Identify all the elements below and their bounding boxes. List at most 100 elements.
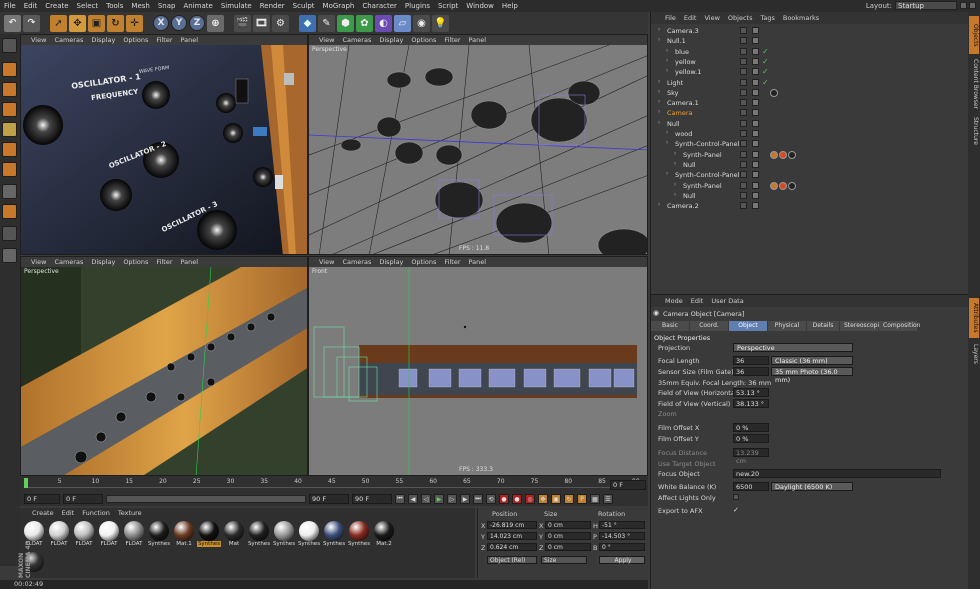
keyframe-selection-icon[interactable]: ◎ — [525, 494, 535, 504]
object-tag-icon[interactable] — [770, 150, 778, 159]
vp-menu-display[interactable]: Display — [91, 36, 115, 44]
object-row[interactable]: ◦ wood — [651, 129, 969, 139]
snap-icon[interactable] — [2, 226, 17, 241]
viewport-top-left[interactable]: View Cameras Display Options Filter Pane… — [20, 34, 308, 255]
object-row[interactable]: ◦ Synth-Panel — [651, 150, 969, 160]
om-menu-view[interactable]: View — [704, 14, 719, 22]
am-menu-mode[interactable]: Mode — [665, 297, 683, 305]
editor-visibility-toggle[interactable] — [740, 88, 747, 96]
render-visibility-toggle[interactable] — [752, 202, 759, 210]
tab-physical[interactable]: Physical — [768, 321, 806, 331]
om-menu-tags[interactable]: Tags — [760, 14, 774, 22]
enabled-check-icon[interactable]: ✓ — [762, 47, 769, 56]
editor-visibility-toggle[interactable] — [740, 150, 747, 158]
om-menu-edit[interactable]: Edit — [684, 14, 697, 22]
om-menu-objects[interactable]: Objects — [728, 14, 753, 22]
enabled-check-icon[interactable]: ✓ — [762, 67, 769, 76]
mat-menu-create[interactable]: Create — [32, 509, 54, 517]
undo-icon[interactable]: ↶ — [4, 14, 21, 32]
object-tag-icon[interactable] — [770, 181, 778, 190]
render-visibility-toggle[interactable] — [752, 57, 759, 65]
timeline-ruler[interactable]: 051015202530354045505560657075808590 — [24, 478, 640, 488]
points-mode-icon[interactable] — [2, 122, 17, 137]
goto-end-icon[interactable]: ⏭ — [473, 494, 483, 504]
material-swatch[interactable]: Synthes — [322, 521, 346, 551]
size-x-field[interactable]: 0 cm — [545, 521, 591, 529]
vp-menu-cameras[interactable]: Cameras — [342, 36, 371, 44]
axis-mode-icon[interactable] — [2, 184, 17, 199]
object-tag-icon[interactable] — [779, 150, 787, 159]
render-visibility-toggle[interactable] — [752, 140, 759, 148]
start-frame-field[interactable]: 0 F — [24, 494, 60, 504]
vp-menu-filter[interactable]: Filter — [156, 258, 172, 266]
editor-visibility-toggle[interactable] — [740, 191, 747, 199]
mat-menu-edit[interactable]: Edit — [62, 509, 75, 517]
tab-coord[interactable]: Coord. — [690, 321, 728, 331]
enabled-check-icon[interactable]: ✓ — [762, 57, 769, 66]
editor-visibility-toggle[interactable] — [740, 47, 747, 55]
menu-sculpt[interactable]: Sculpt — [293, 2, 315, 10]
coord-mode-dropdown[interactable]: Object (Rel) — [487, 556, 537, 564]
film-offset-y-field[interactable]: 0 % — [733, 434, 769, 443]
focal-preset-dropdown[interactable]: Classic (36 mm) — [771, 356, 853, 365]
editor-visibility-toggle[interactable] — [740, 181, 747, 189]
vp-menu-panel[interactable]: Panel — [181, 36, 199, 44]
preview-range-slider[interactable] — [106, 495, 306, 503]
side-tab-layers[interactable]: Layers — [969, 342, 979, 366]
object-tag-icon[interactable] — [788, 181, 796, 190]
vp-menu-cameras[interactable]: Cameras — [342, 258, 371, 266]
tab-composition[interactable]: Composition — [879, 321, 920, 331]
menu-script[interactable]: Script — [438, 2, 458, 10]
vp-menu-display[interactable]: Display — [379, 36, 403, 44]
vp-menu-filter[interactable]: Filter — [444, 258, 460, 266]
position-z-field[interactable]: 0.624 cm — [487, 543, 537, 551]
vp-menu-panel[interactable]: Panel — [469, 258, 487, 266]
menu-select[interactable]: Select — [77, 2, 99, 10]
viewport-bottom-right[interactable]: View Cameras Display Options Filter Pane… — [308, 256, 648, 476]
next-frame-icon[interactable]: ▷ — [447, 494, 457, 504]
menu-plugins[interactable]: Plugins — [405, 2, 430, 10]
window-icons[interactable] — [960, 2, 976, 9]
material-swatch[interactable]: Mat — [222, 521, 246, 551]
render-visibility-toggle[interactable] — [752, 150, 759, 158]
menu-character[interactable]: Character — [362, 2, 397, 10]
editor-visibility-toggle[interactable] — [740, 160, 747, 168]
menu-tools[interactable]: Tools — [106, 2, 123, 10]
grid-icon[interactable] — [2, 248, 17, 263]
material-swatch[interactable]: Mat.1 — [172, 521, 196, 551]
floor-icon[interactable]: ▱ — [394, 14, 411, 32]
mat-menu-texture[interactable]: Texture — [118, 509, 142, 517]
prev-frame-icon[interactable]: ◁ — [421, 494, 431, 504]
menu-mograph[interactable]: MoGraph — [323, 2, 355, 10]
tab-basic[interactable]: Basic — [651, 321, 689, 331]
render-picture-viewer-icon[interactable]: 🎞 — [253, 14, 270, 32]
render-visibility-toggle[interactable] — [752, 78, 759, 86]
editor-visibility-toggle[interactable] — [740, 140, 747, 148]
subdivision-icon[interactable]: ⬢ — [337, 14, 354, 32]
key-rotation-icon[interactable]: ↻ — [564, 494, 574, 504]
layout-dropdown[interactable]: Startup — [895, 1, 957, 10]
menu-simulate[interactable]: Simulate — [221, 2, 252, 10]
size-z-field[interactable]: 0 cm — [545, 543, 591, 551]
menu-window[interactable]: Window — [466, 2, 494, 10]
prev-key-icon[interactable]: ◀ — [408, 494, 418, 504]
vp-menu-view[interactable]: View — [31, 258, 46, 266]
affect-lights-checkbox[interactable] — [733, 494, 739, 500]
side-tab-structure[interactable]: Structure — [969, 114, 979, 148]
object-row[interactable]: ◦ Synth-Control-Panel — [651, 139, 969, 149]
viewport-bottom-left[interactable]: View Cameras Display Options Filter Pane… — [20, 256, 308, 476]
polygons-mode-icon[interactable] — [2, 162, 17, 177]
deformer-icon[interactable]: ◐ — [375, 14, 392, 32]
render-visibility-toggle[interactable] — [752, 191, 759, 199]
timeline-window-icon[interactable]: ☰ — [603, 494, 613, 504]
object-row[interactable]: ◦ Camera.2 — [651, 201, 969, 211]
am-menu-edit[interactable]: Edit — [691, 297, 704, 305]
vp-menu-cameras[interactable]: Cameras — [54, 36, 83, 44]
coordinate-system-icon[interactable]: ⊕ — [207, 14, 224, 32]
editor-visibility-toggle[interactable] — [740, 27, 747, 34]
apply-button[interactable]: Apply — [599, 556, 645, 564]
light-icon[interactable]: 💡 — [432, 14, 449, 32]
workplane-icon[interactable] — [2, 102, 17, 117]
menu-edit[interactable]: Edit — [24, 2, 38, 10]
vp-menu-panel[interactable]: Panel — [469, 36, 487, 44]
